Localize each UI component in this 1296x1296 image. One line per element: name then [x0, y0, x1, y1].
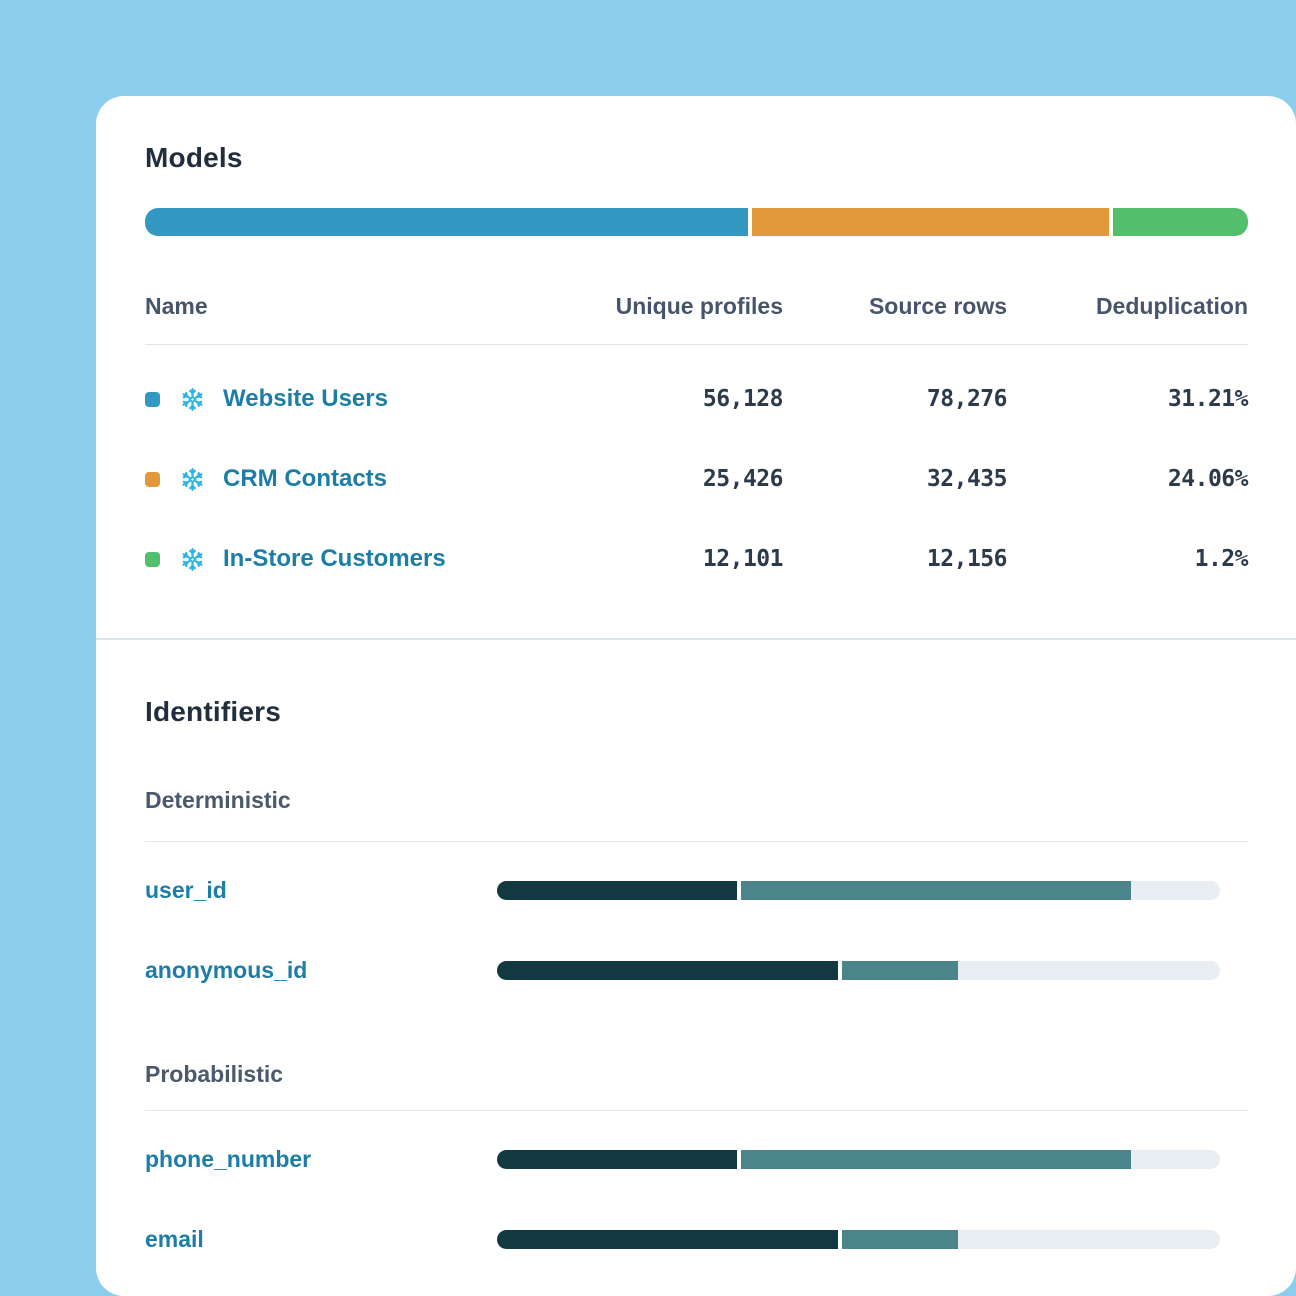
coverage-secondary-segment: [741, 881, 1131, 900]
unique-profiles-value: 56,128: [583, 386, 783, 412]
identifier-name-link[interactable]: user_id: [145, 877, 497, 904]
identifier-name-link[interactable]: anonymous_id: [145, 957, 497, 984]
unique-profiles-value: 12,101: [583, 546, 783, 572]
group-divider: [145, 841, 1248, 842]
identifier-row: email: [145, 1199, 1248, 1279]
identifier-name-link[interactable]: phone_number: [145, 1146, 497, 1173]
column-header-source-rows: Source rows: [783, 290, 1007, 322]
table-header-divider: [145, 344, 1248, 345]
distribution-segment-website-users: [145, 208, 748, 236]
models-section-title: Models: [145, 140, 1248, 176]
column-header-unique-profiles: Unique profiles: [583, 290, 783, 322]
coverage-primary-segment: [497, 961, 838, 980]
deduplication-value: 1.2%: [1007, 546, 1248, 572]
deduplication-value: 31.21%: [1007, 386, 1248, 412]
model-name-cell: In-Store Customers: [145, 545, 583, 573]
source-rows-value: 32,435: [783, 466, 1007, 492]
coverage-primary-segment: [497, 881, 737, 900]
distribution-segment-in-store-customers: [1113, 208, 1248, 236]
legend-swatch: [145, 392, 160, 407]
model-distribution-bar: [145, 208, 1248, 236]
snowflake-icon: [179, 466, 206, 493]
model-name-cell: Website Users: [145, 385, 583, 413]
coverage-secondary-segment: [842, 1230, 958, 1249]
model-name-cell: CRM Contacts: [145, 465, 583, 493]
group-divider: [145, 1110, 1248, 1111]
column-header-name: Name: [145, 290, 583, 322]
identifier-coverage-bar: [497, 1230, 1220, 1249]
distribution-segment-crm-contacts: [752, 208, 1109, 236]
source-rows-value: 78,276: [783, 386, 1007, 412]
page-background: { "page": { "background_color": "#8ccdee…: [0, 0, 1296, 1296]
legend-swatch: [145, 472, 160, 487]
identifier-coverage-bar: [497, 1150, 1220, 1169]
table-row: In-Store Customers 12,101 12,156 1.2%: [145, 519, 1248, 599]
coverage-primary-segment: [497, 1150, 737, 1169]
table-row: CRM Contacts 25,426 32,435 24.06%: [145, 439, 1248, 519]
deduplication-value: 24.06%: [1007, 466, 1248, 492]
profiles-overview-card: Models Name Unique profiles Source rows …: [96, 96, 1296, 1296]
identifier-coverage-bar: [497, 881, 1220, 900]
identifier-row: user_id: [145, 850, 1248, 930]
coverage-secondary-segment: [842, 961, 958, 980]
identifier-coverage-bar: [497, 961, 1220, 980]
snowflake-icon: [179, 546, 206, 573]
identifier-name-link[interactable]: email: [145, 1226, 497, 1253]
column-header-deduplication: Deduplication: [1007, 290, 1248, 322]
unique-profiles-value: 25,426: [583, 466, 783, 492]
identifier-row: phone_number: [145, 1119, 1248, 1199]
legend-swatch: [145, 552, 160, 567]
identifiers-section-title: Identifiers: [145, 694, 1248, 730]
model-name-link[interactable]: In-Store Customers: [223, 545, 446, 573]
table-row: Website Users 56,128 78,276 31.21%: [145, 359, 1248, 439]
model-name-link[interactable]: Website Users: [223, 385, 388, 413]
group-heading-probabilistic: Probabilistic: [145, 1060, 1248, 1088]
coverage-primary-segment: [497, 1230, 838, 1249]
coverage-secondary-segment: [741, 1150, 1131, 1169]
source-rows-value: 12,156: [783, 546, 1007, 572]
group-heading-deterministic: Deterministic: [145, 786, 1248, 814]
models-table-header: Name Unique profiles Source rows Dedupli…: [145, 290, 1248, 322]
model-name-link[interactable]: CRM Contacts: [223, 465, 387, 493]
snowflake-icon: [179, 386, 206, 413]
identifier-row: anonymous_id: [145, 930, 1248, 1010]
